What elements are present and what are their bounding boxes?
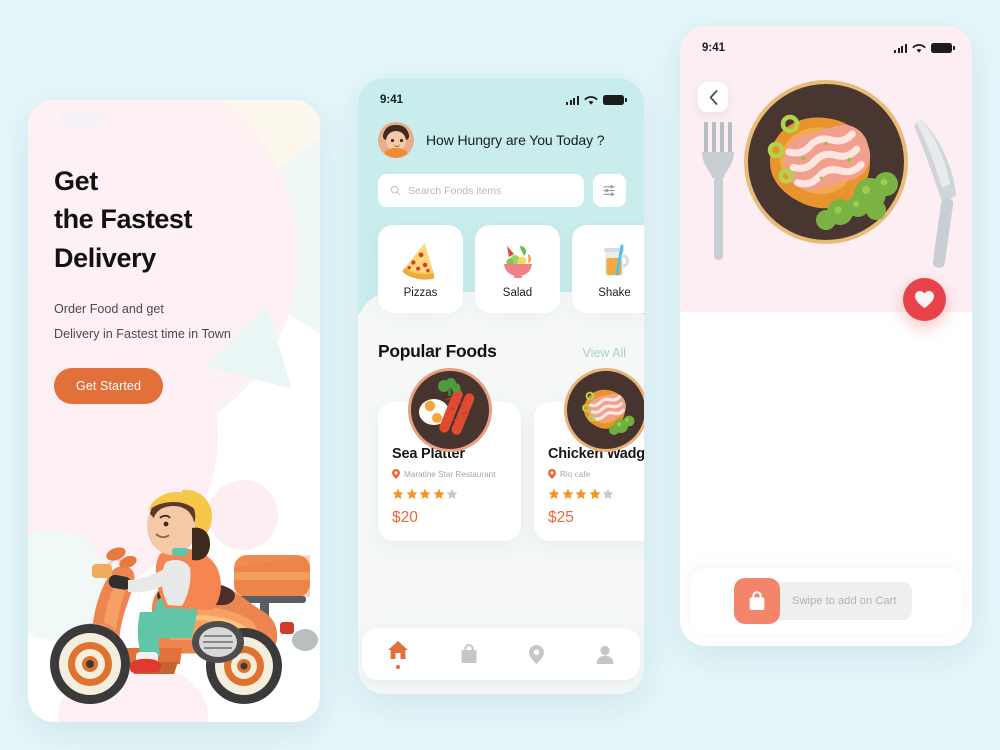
chicken-wadges-dish bbox=[563, 368, 644, 452]
shake-icon bbox=[595, 239, 635, 281]
bag-icon bbox=[461, 643, 477, 663]
category-label: Pizzas bbox=[403, 287, 438, 299]
heart-icon bbox=[915, 291, 934, 308]
rating-stars bbox=[548, 488, 644, 500]
bottom-navigation bbox=[362, 628, 640, 680]
greeting-row: How Hungry are You Today ? bbox=[358, 112, 644, 158]
greeting-text: How Hungry are You Today ? bbox=[426, 132, 605, 148]
battery-icon bbox=[931, 42, 955, 54]
swipe-knob[interactable] bbox=[734, 578, 780, 624]
tab-location[interactable] bbox=[528, 644, 545, 665]
star-icon bbox=[419, 488, 431, 499]
tab-profile[interactable] bbox=[595, 644, 615, 665]
star-icon-empty bbox=[602, 488, 614, 499]
food-place: Maratine Star Restaurant bbox=[392, 469, 507, 479]
pizza-icon bbox=[401, 239, 441, 281]
home-icon bbox=[387, 640, 408, 659]
heading-line-3: Delivery bbox=[54, 242, 156, 273]
hero-background bbox=[680, 26, 972, 312]
signal-icon bbox=[894, 43, 907, 53]
star-icon bbox=[575, 488, 587, 499]
section-header: Popular Foods View All bbox=[358, 313, 644, 362]
signal-icon bbox=[566, 95, 579, 105]
subtitle-line-2: Delivery in Fastest time in Town bbox=[54, 326, 231, 341]
star-icon bbox=[589, 488, 600, 499]
status-time: 9:41 bbox=[380, 94, 404, 106]
swipe-label: Swipe to add on Cart bbox=[792, 595, 897, 607]
food-place-text: Rio cafe bbox=[560, 469, 591, 479]
food-place: Rio cafe bbox=[548, 469, 644, 479]
search-row: Search Foods items bbox=[358, 158, 644, 207]
location-pin-icon bbox=[392, 469, 400, 479]
category-salad[interactable]: Salad bbox=[475, 225, 560, 313]
star-icon-empty bbox=[446, 488, 458, 499]
active-tab-dot bbox=[395, 664, 400, 669]
scooter-delivery-illustration bbox=[50, 489, 318, 704]
star-icon bbox=[433, 488, 444, 499]
tab-orders[interactable] bbox=[459, 643, 479, 665]
star-icon bbox=[392, 488, 404, 499]
status-icons bbox=[566, 94, 627, 106]
category-shake[interactable]: Shake bbox=[572, 225, 644, 313]
status-bar: 9:41 bbox=[680, 26, 972, 60]
filter-button[interactable] bbox=[593, 174, 626, 207]
heading-line-2: the Fastest bbox=[54, 204, 193, 235]
star-icon bbox=[406, 488, 417, 499]
salad-icon bbox=[498, 239, 538, 281]
swipe-bar: Swipe to add on Cart bbox=[690, 568, 962, 634]
swipe-to-add-track[interactable]: Swipe to add on Cart bbox=[734, 578, 912, 624]
back-button[interactable] bbox=[698, 82, 728, 112]
page-title: Get the Fastest Delivery bbox=[54, 162, 320, 277]
onboarding-subtitle: Order Food and get Delivery in Fastest t… bbox=[54, 297, 320, 346]
get-started-button[interactable]: Get Started bbox=[54, 368, 164, 405]
avatar[interactable] bbox=[378, 122, 414, 158]
food-card[interactable]: Chicken Wadges Rio cafe $25 bbox=[534, 368, 644, 541]
section-title: Popular Foods bbox=[378, 341, 497, 361]
food-price: $20 bbox=[392, 509, 418, 526]
wifi-icon bbox=[912, 43, 926, 53]
food-price: $25 bbox=[548, 509, 574, 526]
chevron-left-icon bbox=[709, 89, 717, 105]
category-label: Shake bbox=[598, 287, 631, 299]
star-icon bbox=[548, 488, 560, 499]
battery-icon bbox=[603, 94, 627, 106]
food-place-text: Maratine Star Restaurant bbox=[404, 469, 496, 479]
filter-icon bbox=[603, 185, 615, 196]
shopping-bag-icon bbox=[749, 590, 765, 610]
food-detail-screen: 9:41 Chicken Wadges $20 bbox=[680, 26, 972, 646]
location-pin-icon bbox=[529, 644, 545, 664]
chicken-wadges-plated bbox=[702, 80, 956, 268]
search-icon bbox=[390, 185, 401, 196]
onboarding-screen: Get the Fastest Delivery Order Food and … bbox=[28, 100, 320, 722]
status-time: 9:41 bbox=[702, 42, 726, 54]
food-card[interactable]: Sea Platter Maratine Star Restaurant $20 bbox=[378, 368, 521, 541]
favorite-button[interactable] bbox=[903, 278, 946, 321]
status-bar: 9:41 bbox=[358, 78, 644, 112]
search-input[interactable]: Search Foods items bbox=[378, 174, 584, 207]
star-icon bbox=[562, 488, 573, 499]
status-icons bbox=[894, 42, 955, 54]
view-all-link[interactable]: View All bbox=[582, 346, 626, 360]
home-screen: 9:41 How Hungry are You Today ? Search F… bbox=[358, 78, 644, 694]
wifi-icon bbox=[584, 95, 598, 105]
location-pin-icon bbox=[548, 469, 556, 479]
heading-line-1: Get bbox=[54, 166, 98, 196]
food-card-list: Sea Platter Maratine Star Restaurant $20 bbox=[358, 362, 644, 541]
category-list: Pizzas Salad Shake bbox=[358, 207, 644, 313]
tab-home[interactable] bbox=[387, 640, 409, 669]
rating-stars bbox=[392, 488, 507, 500]
category-pizzas[interactable]: Pizzas bbox=[378, 225, 463, 313]
onboarding-content: Get the Fastest Delivery Order Food and … bbox=[28, 100, 320, 405]
profile-icon bbox=[596, 645, 614, 664]
screens-stage: Get the Fastest Delivery Order Food and … bbox=[0, 0, 1000, 750]
search-placeholder: Search Foods items bbox=[408, 184, 502, 197]
sea-platter-dish bbox=[407, 368, 492, 452]
category-label: Salad bbox=[502, 287, 533, 299]
subtitle-line-1: Order Food and get bbox=[54, 301, 164, 316]
